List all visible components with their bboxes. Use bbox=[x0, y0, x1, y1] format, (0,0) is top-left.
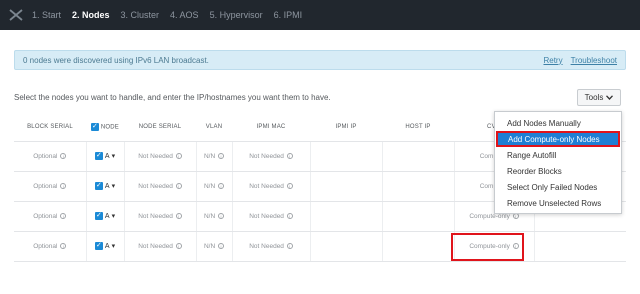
node-select-cell[interactable]: ✓ A ▾ bbox=[86, 231, 125, 262]
menu-remove-unselected-rows[interactable]: Remove Unselected Rows bbox=[495, 195, 621, 211]
wizard-steps: 1. Start 2. Nodes 3. Cluster 4. AOS 5. H… bbox=[32, 0, 313, 30]
info-icon: i bbox=[175, 152, 182, 159]
node-select-cell[interactable]: ✓ A ▾ bbox=[86, 201, 125, 232]
ipmi-mac-field[interactable]: Not Needed i bbox=[232, 231, 311, 262]
block-serial-field[interactable]: Optional i bbox=[14, 231, 87, 262]
select-all-checkbox[interactable]: ✓ bbox=[90, 123, 99, 132]
step-cluster[interactable]: 3. Cluster bbox=[121, 10, 160, 20]
step-aos[interactable]: 4. AOS bbox=[170, 10, 199, 20]
host-ip-field[interactable] bbox=[382, 141, 455, 172]
tools-dropdown-menu: Add Nodes Manually Add Compute-only Node… bbox=[494, 111, 622, 214]
row-checkbox[interactable]: ✓ bbox=[94, 152, 103, 160]
info-icon: i bbox=[175, 242, 182, 249]
ipmi-mac-field[interactable]: Not Needed i bbox=[232, 141, 311, 172]
ipmi-ip-field[interactable] bbox=[310, 141, 383, 172]
menu-select-only-failed-nodes[interactable]: Select Only Failed Nodes bbox=[495, 179, 621, 195]
info-icon: i bbox=[286, 242, 293, 249]
host-ip-field[interactable] bbox=[382, 201, 455, 232]
ipmi-mac-field[interactable]: Not Needed i bbox=[232, 171, 311, 202]
ipmi-ip-field[interactable] bbox=[310, 231, 383, 262]
col-host-ip: HOST IP bbox=[382, 114, 454, 142]
top-navigation-bar: 1. Start 2. Nodes 3. Cluster 4. AOS 5. H… bbox=[0, 0, 640, 30]
info-icon: i bbox=[218, 182, 224, 189]
info-icon: i bbox=[60, 152, 67, 159]
info-icon: i bbox=[286, 212, 293, 219]
table-row: Optional i ✓ A ▾ Not Needed i N/N i Not Ne… bbox=[14, 231, 626, 262]
ipmi-mac-field[interactable]: Not Needed i bbox=[232, 201, 311, 232]
col-node: ✓ NODE bbox=[86, 114, 124, 142]
info-icon: i bbox=[175, 182, 182, 189]
info-icon: i bbox=[218, 152, 224, 159]
col-vlan: VLAN bbox=[196, 114, 232, 142]
instructions-text: Select the nodes you want to handle, and… bbox=[14, 93, 331, 102]
col-node-label: NODE bbox=[100, 124, 119, 131]
info-icon: i bbox=[286, 182, 293, 189]
col-node-serial: NODE SERIAL bbox=[124, 114, 196, 142]
highlight-box-compute-only bbox=[451, 233, 524, 261]
block-serial-field[interactable]: Optional i bbox=[14, 201, 87, 232]
node-serial-field[interactable]: Not Needed i bbox=[124, 171, 197, 202]
col-ipmi-ip: IPMI IP bbox=[310, 114, 382, 142]
menu-add-nodes-manually[interactable]: Add Nodes Manually bbox=[495, 115, 621, 131]
info-icon: i bbox=[175, 212, 182, 219]
vlan-field[interactable]: N/N i bbox=[196, 141, 233, 172]
menu-range-autofill[interactable]: Range Autofill bbox=[495, 147, 621, 163]
info-icon: i bbox=[286, 152, 293, 159]
chevron-down-icon: ▾ bbox=[111, 243, 116, 250]
menu-reorder-blocks[interactable]: Reorder Blocks bbox=[495, 163, 621, 179]
info-icon: i bbox=[60, 212, 67, 219]
node-serial-field[interactable]: Not Needed i bbox=[124, 201, 197, 232]
retry-link[interactable]: Retry bbox=[543, 56, 562, 65]
host-ip-field[interactable] bbox=[382, 231, 455, 262]
chevron-down-icon: ▾ bbox=[111, 213, 116, 220]
node-select-cell[interactable]: ✓ A ▾ bbox=[86, 141, 125, 172]
menu-add-compute-only-nodes[interactable]: Add Compute-only Nodes bbox=[496, 131, 620, 147]
info-icon: i bbox=[60, 242, 67, 249]
discovery-banner: 0 nodes were discovered using IPv6 LAN b… bbox=[14, 50, 626, 70]
step-ipmi[interactable]: 6. IPMI bbox=[274, 10, 303, 20]
row-checkbox[interactable]: ✓ bbox=[94, 182, 103, 190]
tools-button-label: Tools bbox=[584, 93, 604, 102]
info-icon: i bbox=[60, 182, 67, 189]
step-nodes[interactable]: 2. Nodes bbox=[72, 10, 110, 20]
chevron-down-icon bbox=[606, 95, 614, 100]
block-serial-field[interactable]: Optional i bbox=[14, 171, 87, 202]
ipmi-ip-field[interactable] bbox=[310, 201, 383, 232]
col-block-serial: BLOCK SERIAL bbox=[14, 114, 86, 142]
row-checkbox[interactable]: ✓ bbox=[94, 212, 103, 220]
vlan-field[interactable]: N/N i bbox=[196, 171, 233, 202]
banner-message: 0 nodes were discovered using IPv6 LAN b… bbox=[23, 55, 209, 65]
vlan-field[interactable]: N/N i bbox=[196, 231, 233, 262]
block-serial-field[interactable]: Optional i bbox=[14, 141, 87, 172]
host-ip-field[interactable] bbox=[382, 171, 455, 202]
node-serial-field[interactable]: Not Needed i bbox=[124, 231, 197, 262]
info-icon: i bbox=[218, 212, 224, 219]
info-icon: i bbox=[218, 242, 224, 249]
col-ipmi-mac: IPMI MAC bbox=[232, 114, 310, 142]
tools-button[interactable]: Tools bbox=[577, 89, 621, 106]
vlan-field[interactable]: N/N i bbox=[196, 201, 233, 232]
extra-field[interactable] bbox=[534, 231, 626, 262]
node-serial-field[interactable]: Not Needed i bbox=[124, 141, 197, 172]
troubleshoot-link[interactable]: Troubleshoot bbox=[571, 56, 617, 65]
nutanix-logo-icon bbox=[0, 0, 32, 30]
chevron-down-icon: ▾ bbox=[111, 153, 116, 160]
row-checkbox[interactable]: ✓ bbox=[94, 242, 103, 250]
step-start[interactable]: 1. Start bbox=[32, 10, 61, 20]
step-hypervisor[interactable]: 5. Hypervisor bbox=[210, 10, 263, 20]
node-select-cell[interactable]: ✓ A ▾ bbox=[86, 171, 125, 202]
ipmi-ip-field[interactable] bbox=[310, 171, 383, 202]
chevron-down-icon: ▾ bbox=[111, 183, 116, 190]
